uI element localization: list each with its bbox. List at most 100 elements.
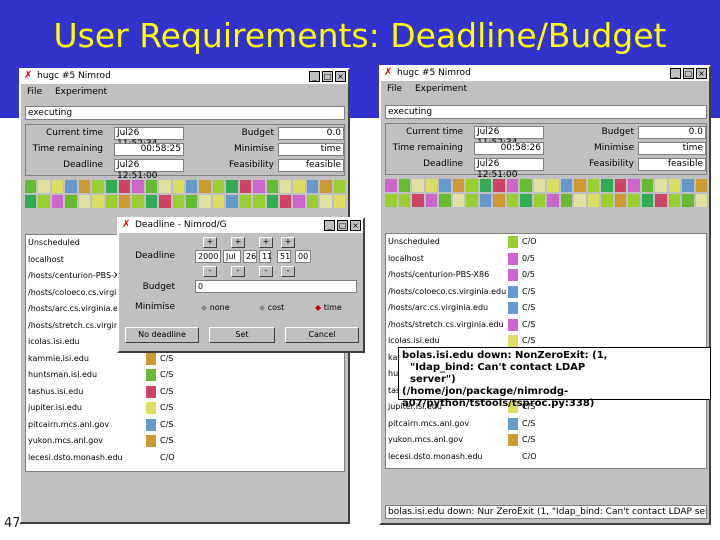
host-row[interactable]: yukon.mcs.anl.gov C/S	[26, 433, 344, 449]
job-cell	[199, 195, 211, 208]
plus-spin-button[interactable]: +	[259, 237, 273, 248]
job-cell	[506, 179, 518, 192]
host-name: /hosts/centurion-PBS-X	[28, 271, 120, 280]
host-color-swatch	[508, 252, 518, 265]
deadline-field[interactable]: 00	[295, 250, 311, 263]
job-cell	[105, 195, 117, 208]
plus-spin-button[interactable]: +	[231, 237, 245, 248]
host-name: /hosts/coloeco.cs.virginia	[28, 287, 129, 297]
set-button[interactable]: Set	[209, 327, 275, 343]
deadline-field[interactable]: 26	[243, 250, 257, 263]
cancel-button[interactable]: Cancel	[285, 327, 359, 343]
host-name: /hosts/centurion-PBS-X86	[388, 270, 490, 279]
host-name: localhost	[388, 253, 424, 263]
job-cell	[628, 194, 640, 207]
close-button[interactable]: ×	[335, 71, 346, 82]
minus-spin-button[interactable]: -	[281, 266, 295, 277]
host-row[interactable]: yukon.mcs.anl.gov C/S	[386, 432, 706, 448]
plus-spin-button[interactable]: +	[203, 237, 217, 248]
plus-spin-button[interactable]: +	[281, 237, 295, 248]
job-cell	[293, 180, 305, 193]
deadline-field[interactable]: 51	[277, 250, 291, 263]
job-cell	[493, 194, 505, 207]
deadline-field[interactable]: Jul	[223, 250, 241, 263]
job-cell	[614, 194, 626, 207]
minimize-button[interactable]: _	[670, 68, 681, 79]
minus-spin-button[interactable]: -	[231, 266, 245, 277]
radio-time[interactable]: ◆ time	[315, 303, 342, 312]
host-name: /hosts/arc.cs.virginia.edu	[28, 304, 129, 313]
minimize-button[interactable]: _	[309, 71, 320, 82]
host-row[interactable]: tashus.isi.edu C/S	[26, 384, 344, 400]
job-cell	[306, 180, 319, 193]
menu-file[interactable]: File	[387, 84, 402, 94]
job-cell	[279, 180, 292, 193]
host-row[interactable]: lecesi.dsto.monash.edu C/O	[26, 450, 344, 466]
host-row[interactable]: /hosts/centurion-PBS-X86 0/5	[386, 267, 706, 283]
close-button[interactable]: ×	[696, 68, 707, 79]
slide-title: User Requirements: Deadline/Budget	[53, 16, 667, 55]
job-cell	[105, 180, 117, 193]
deadline-value: Jul26 12:51:00	[114, 159, 184, 181]
host-row[interactable]: pitcairn.mcs.anl.gov C/S	[386, 416, 706, 432]
window-titlebar[interactable]: ✗ hugc #5 Nimrod _ □ ×	[381, 67, 709, 81]
job-cell	[682, 194, 694, 207]
info-panel: Current time Jul26 11:52:34 Budget 0.0 T…	[25, 124, 345, 181]
window-titlebar[interactable]: ✗ hugc #5 Nimrod _ □ ×	[21, 70, 348, 84]
menu-experiment[interactable]: Experiment	[55, 87, 107, 97]
host-row[interactable]: /hosts/arc.cs.virginia.edu C/S	[386, 300, 706, 316]
radio-none[interactable]: ◆ none	[201, 303, 230, 312]
deadline-field[interactable]: 2000	[195, 250, 221, 263]
host-status: C/O	[160, 452, 175, 462]
menu-experiment[interactable]: Experiment	[415, 84, 467, 94]
job-cell	[186, 180, 198, 193]
maximize-button[interactable]: □	[683, 68, 694, 79]
host-color-swatch	[146, 451, 156, 464]
radio-cost[interactable]: ◆ cost	[259, 303, 284, 312]
dialog-titlebar[interactable]: ✗ Deadline - Nimrod/G _ □ ×	[119, 219, 363, 233]
host-row[interactable]: localhost 0/5	[386, 251, 706, 267]
job-cell	[668, 179, 680, 192]
menu-file[interactable]: File	[27, 87, 42, 97]
minus-spin-button[interactable]: -	[259, 266, 273, 277]
host-status: C/O	[522, 451, 537, 461]
job-cell	[92, 180, 104, 193]
job-cell	[186, 195, 198, 208]
job-cell	[253, 180, 265, 193]
host-row[interactable]: lecesi.dsto.monash.edu C/O	[386, 449, 706, 465]
host-row[interactable]: Unscheduled C/O	[386, 234, 706, 250]
job-cell	[279, 195, 292, 208]
job-cell	[466, 194, 478, 207]
deadline-field[interactable]: 11	[259, 250, 272, 263]
host-row[interactable]: /hosts/stretch.cs.virginia.edu C/S	[386, 317, 706, 333]
host-row[interactable]: /hosts/coloeco.cs.virginia.edu C/S	[386, 284, 706, 300]
host-row[interactable]: jupiter.isi.edu C/S	[26, 400, 344, 416]
maximize-button[interactable]: □	[337, 220, 348, 231]
x-app-icon: ✗	[384, 67, 393, 78]
host-status: C/S	[160, 353, 174, 363]
deadline-dialog: ✗ Deadline - Nimrod/G _ □ × + + + + - - - - Dea…	[117, 217, 365, 353]
job-cell	[520, 179, 532, 192]
maximize-button[interactable]: □	[322, 71, 333, 82]
minimize-button[interactable]: _	[324, 220, 335, 231]
job-cell	[452, 179, 464, 192]
budget-value: 0.0	[278, 127, 344, 140]
host-name: localhost	[28, 254, 64, 264]
job-cell	[212, 195, 225, 208]
job-status-grid	[25, 180, 345, 208]
host-name: tashus.isi.edu	[28, 386, 84, 396]
host-row[interactable]: huntsman.isi.edu C/S	[26, 367, 344, 383]
no-deadline-button[interactable]: No deadline	[125, 327, 199, 343]
close-button[interactable]: ×	[350, 220, 361, 231]
job-cell	[398, 179, 410, 192]
host-row[interactable]: pitcairn.mcs.anl.gov C/S	[26, 417, 344, 433]
job-cell	[226, 195, 238, 208]
budget-input[interactable]: 0	[195, 280, 357, 293]
error-line: (/home/jon/package/nimrodg-a07/python/ts…	[402, 386, 595, 409]
job-cell	[668, 194, 680, 207]
error-line: server")	[410, 374, 456, 385]
job-cell	[641, 194, 653, 207]
job-cell	[118, 180, 131, 193]
minus-spin-button[interactable]: -	[203, 266, 217, 277]
job-cell	[398, 194, 410, 207]
